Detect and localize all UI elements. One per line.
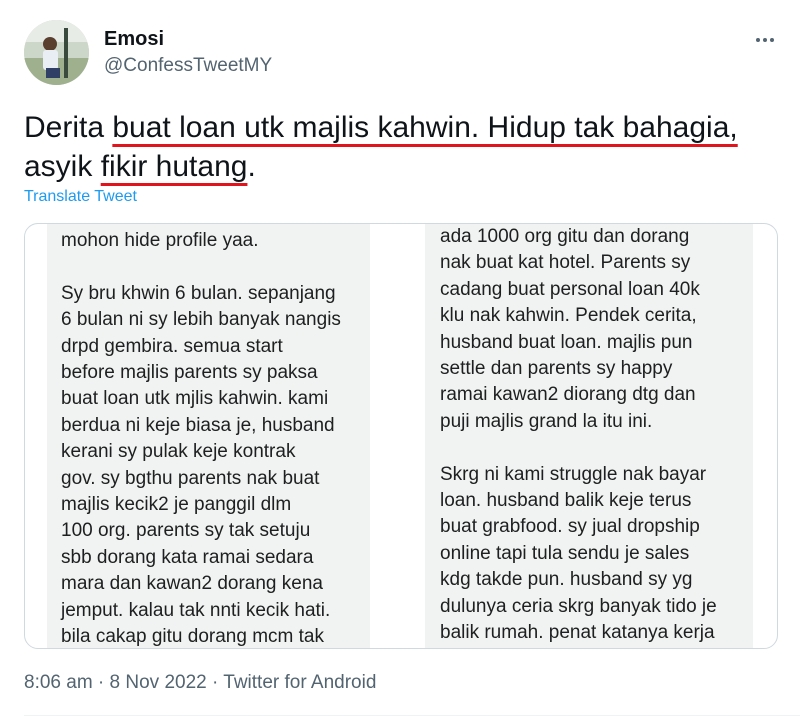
image-text-line: 6 bulan ni sy lebih banyak nangis: [61, 309, 341, 331]
more-options-button[interactable]: [752, 30, 778, 50]
image-text-line: sbb dorang kata ramai sedara: [61, 546, 314, 568]
image-text-line: bila cakap gitu dorang mcm tak: [61, 626, 324, 648]
avatar-photo: [24, 20, 89, 85]
tweet-text-part: asyik: [24, 150, 101, 183]
tweet-text: Derita buat loan utk majlis kahwin. Hidu…: [24, 108, 784, 186]
image-text-line: drpd gembira. semua start: [61, 335, 283, 357]
image-text-line: loan. husband balik keje terus: [440, 490, 692, 512]
tweet-text-highlight: buat loan utk majlis kahwin. Hidup tak b…: [112, 111, 738, 144]
translate-tweet-link[interactable]: Translate Tweet: [24, 188, 137, 206]
image-text-left: mohon hide profile yaa. Sy bru khwin 6 bu…: [61, 228, 341, 648]
image-text-line: kdg takde pun. husband sy yg: [440, 569, 693, 591]
avatar[interactable]: [24, 20, 89, 85]
image-text-line: ramai kawan2 diorang dtg dan: [440, 384, 696, 406]
more-options-icon: [763, 38, 767, 42]
image-text-line: majlis kecik2 je panggil dlm: [61, 494, 292, 516]
tweet-date[interactable]: 8 Nov 2022: [110, 672, 207, 693]
tweet-source[interactable]: Twitter for Android: [223, 672, 376, 693]
image-text-line: nak buat kat hotel. Parents sy: [440, 252, 691, 274]
image-text-line: berdua ni keje biasa je, husband: [61, 414, 335, 436]
image-text-line: dulunya ceria skrg banyak tido je: [440, 595, 717, 617]
image-text-line: kerani sy pulak keje kontrak: [61, 441, 296, 463]
image-text-line: jemput. kalau tak nnti kecik hati.: [61, 599, 331, 621]
image-text-line: balik rumah. penat katanya kerja: [440, 622, 715, 644]
image-text-line: mohon hide profile yaa.: [61, 230, 259, 251]
image-text-line: puji majlis grand la itu ini.: [440, 410, 653, 432]
image-text-line: settle dan parents sy happy: [440, 358, 673, 380]
image-text-line: klu nak kahwin. Pendek cerita,: [440, 305, 697, 327]
tweet-text-part: Derita: [24, 111, 113, 144]
image-text-line: buat grabfood. sy jual dropship: [440, 516, 700, 538]
image-text-blank: [440, 435, 717, 461]
display-name[interactable]: Emosi: [104, 28, 164, 51]
image-text-line: cadang buat personal loan 40k: [440, 278, 700, 300]
image-text-line: husband buat loan. majlis pun: [440, 331, 693, 353]
tweet-image[interactable]: mohon hide profile yaa. Sy bru khwin 6 bu…: [24, 223, 778, 649]
image-text-blank: [61, 254, 341, 280]
tweet-time[interactable]: 8:06 am: [24, 672, 93, 693]
image-text-line: mara dan kawan2 dorang kena: [61, 573, 323, 595]
image-panel-left: mohon hide profile yaa. Sy bru khwin 6 bu…: [47, 224, 370, 648]
tweet-meta: 8:06 am · 8 Nov 2022 · Twitter for Andro…: [24, 672, 376, 694]
tweet-text-highlight: fikir hutang: [100, 150, 248, 183]
image-text-right: ada 1000 org gitu dan dorang nak buat kat…: [440, 224, 717, 646]
image-text-line: Skrg ni kami struggle nak bayar: [440, 463, 707, 485]
image-text-line: Sy bru khwin 6 bulan. sepanjang: [61, 282, 336, 304]
image-panel-right: ada 1000 org gitu dan dorang nak buat kat…: [425, 224, 753, 648]
image-text-line: before majlis parents sy paksa: [61, 362, 318, 384]
tweet-text-part: .: [247, 150, 256, 183]
image-text-line: 100 org. parents sy tak setuju: [61, 520, 311, 542]
meta-separator: ·: [92, 672, 110, 693]
more-options-icon: [756, 38, 760, 42]
meta-separator: ·: [206, 672, 224, 693]
image-text-line: online tapi tula sendu je sales: [440, 542, 690, 564]
more-options-icon: [770, 38, 774, 42]
user-handle[interactable]: @ConfessTweetMY: [104, 55, 272, 77]
divider: [24, 715, 800, 716]
image-text-line: buat loan utk mjlis kahwin. kami: [61, 388, 329, 410]
image-text-line: ada 1000 org gitu dan dorang: [440, 226, 690, 247]
image-text-line: gov. sy bgthu parents nak buat: [61, 467, 320, 489]
